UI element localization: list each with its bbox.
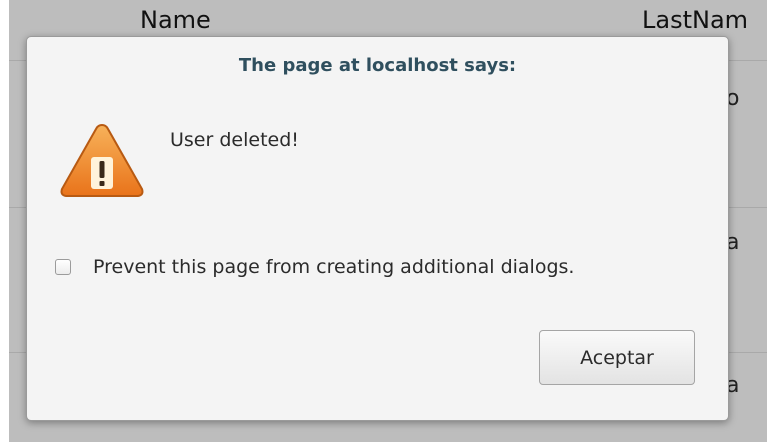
prevent-dialogs-label[interactable]: Prevent this page from creating addition…: [93, 256, 574, 278]
dialog-message: User deleted!: [170, 129, 299, 151]
background-edge: [0, 0, 9, 442]
column-header-name: Name: [140, 6, 211, 34]
ok-button[interactable]: Aceptar: [539, 330, 695, 385]
dialog-title: The page at localhost says:: [238, 55, 517, 76]
column-header-lastname: LastNam: [642, 6, 749, 34]
prevent-dialogs-option[interactable]: Prevent this page from creating addition…: [55, 256, 574, 278]
warning-icon: [60, 123, 144, 197]
alert-dialog: The page at localhost says: User deleted…: [26, 36, 729, 421]
prevent-dialogs-checkbox[interactable]: [55, 259, 71, 275]
